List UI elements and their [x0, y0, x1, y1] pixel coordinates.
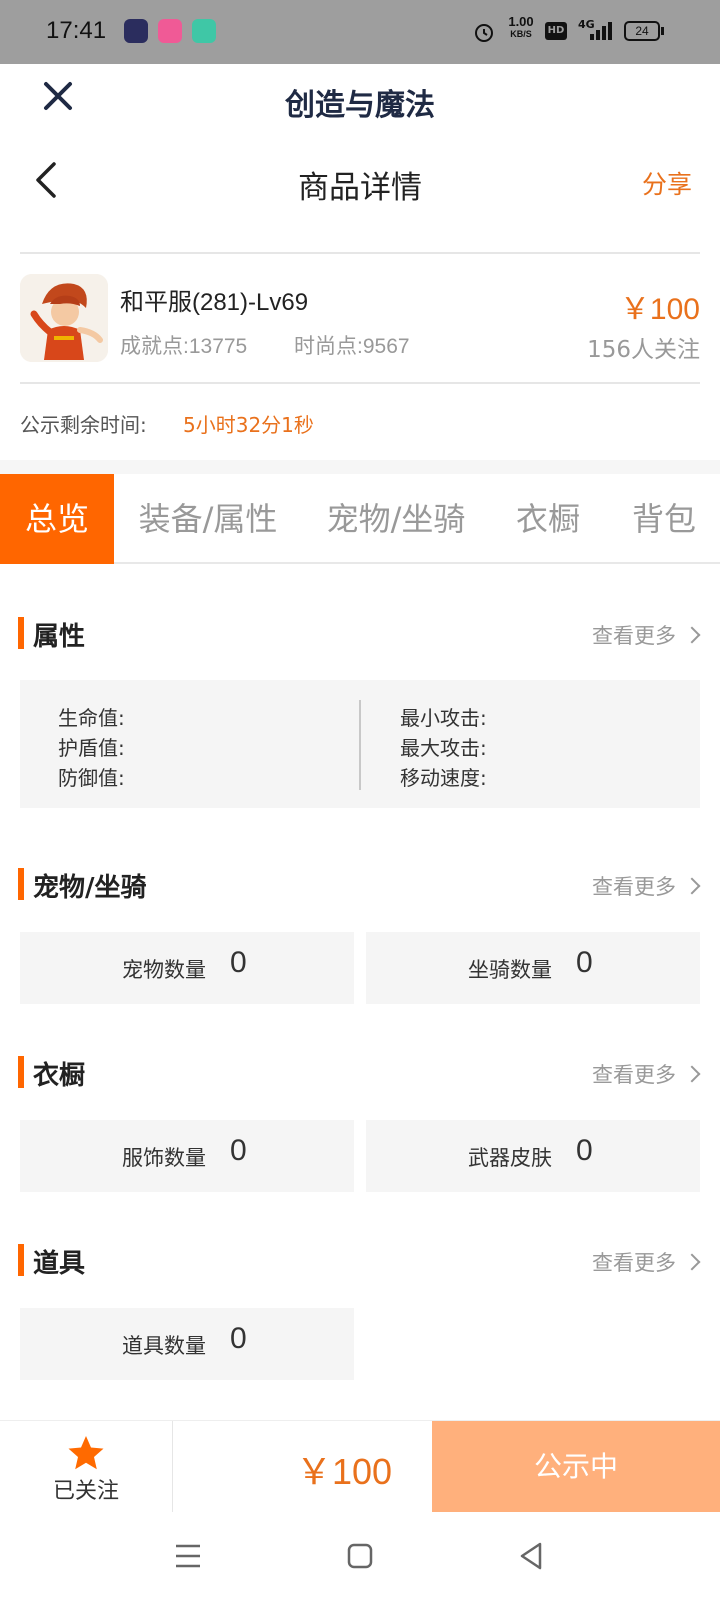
character-avatar-image	[20, 274, 108, 362]
mount-count-box: 坐骑数量 0	[366, 932, 700, 1004]
tab-wardrobe[interactable]: 衣橱	[500, 474, 596, 564]
pet-count-box: 宠物数量 0	[20, 932, 354, 1004]
hd-icon: HD	[545, 22, 567, 40]
attr-hp-label: 生命值:	[58, 706, 125, 730]
net-speed: 1.00 KB/S	[508, 14, 534, 39]
menu-icon[interactable]	[168, 1536, 208, 1576]
star-icon	[68, 1436, 104, 1470]
attr-min-attack-label: 最小攻击:	[400, 706, 487, 730]
bottom-price: ￥100	[296, 1451, 393, 1492]
divider	[20, 252, 700, 254]
attributes-box: 生命值: 护盾值: 防御值: 最小攻击: 最大攻击: 移动速度:	[20, 680, 700, 808]
view-more-label: 查看更多	[592, 624, 676, 648]
chevron-right-icon	[683, 877, 701, 895]
view-more-label: 查看更多	[592, 1251, 676, 1275]
weapon-skin-count-box: 武器皮肤 0	[366, 1120, 700, 1192]
bottom-action-bar: 已关注 ￥100 公示中	[0, 1420, 720, 1513]
product-thumbnail	[20, 274, 108, 362]
battery-cap	[661, 27, 664, 35]
section-title-wardrobe: 衣橱	[33, 1061, 86, 1091]
chevron-right-icon	[683, 1253, 701, 1271]
countdown-label: 公示剩余时间:	[20, 413, 147, 437]
status-bar: 17:41 1.00 KB/S HD 4G 24	[0, 0, 720, 64]
follow-label: 已关注	[52, 1479, 119, 1504]
chevron-right-icon	[683, 1065, 701, 1083]
tab-bar: 总览 装备/属性 宠物/坐骑 衣橱 背包	[0, 474, 720, 564]
tab-overview[interactable]: 总览	[0, 474, 114, 564]
mount-count-label: 坐骑数量	[468, 958, 552, 982]
page-title: 商品详情	[298, 170, 422, 206]
section-accent-bar	[18, 617, 24, 649]
view-more-props-link[interactable]: 查看更多	[592, 1247, 701, 1277]
section-accent-bar	[18, 1244, 24, 1276]
outfit-count-box: 服饰数量 0	[20, 1120, 354, 1192]
product-price: ￥100	[619, 293, 700, 326]
weapon-skin-count-label: 武器皮肤	[468, 1146, 552, 1170]
share-button[interactable]: 分享	[642, 165, 692, 201]
prop-count-value: 0	[230, 1322, 247, 1355]
alarm-icon	[475, 24, 493, 42]
app-title: 创造与魔法	[285, 88, 435, 123]
mount-count-value: 0	[576, 946, 593, 979]
follower-count: 156人关注	[587, 337, 700, 363]
section-title-pets-mounts: 宠物/坐骑	[33, 873, 147, 903]
back-icon[interactable]	[512, 1536, 552, 1576]
prop-count-label: 道具数量	[122, 1334, 206, 1358]
outfit-count-label: 服饰数量	[122, 1146, 206, 1170]
bilibili-notification-icon	[158, 19, 182, 43]
view-more-label: 查看更多	[592, 875, 676, 899]
signal-icon	[590, 22, 612, 40]
section-gap	[0, 460, 720, 474]
page-header: 商品详情 分享	[0, 140, 720, 220]
chevron-right-icon	[683, 626, 701, 644]
tab-backpack[interactable]: 背包	[616, 474, 712, 564]
attributes-divider	[359, 700, 361, 790]
attr-shield-label: 护盾值:	[58, 736, 125, 760]
section-accent-bar	[18, 1056, 24, 1088]
weapon-skin-count-value: 0	[576, 1134, 593, 1167]
battery-icon: 24	[624, 21, 660, 41]
pet-count-label: 宠物数量	[122, 958, 206, 982]
tab-pets-mounts[interactable]: 宠物/坐骑	[312, 474, 480, 564]
fashion-points: 时尚点:9567	[294, 335, 410, 358]
follow-button[interactable]: 已关注	[0, 1421, 172, 1513]
pet-count-value: 0	[230, 946, 247, 979]
section-title-props: 道具	[33, 1249, 86, 1279]
attr-move-speed-label: 移动速度:	[400, 766, 487, 790]
title-bar: 创造与魔法	[0, 64, 720, 134]
view-more-pets-link[interactable]: 查看更多	[592, 871, 701, 901]
home-icon[interactable]	[340, 1536, 380, 1576]
status-time: 17:41	[46, 17, 107, 44]
product-name: 和平服(281)-Lv69	[120, 289, 309, 316]
view-more-wardrobe-link[interactable]: 查看更多	[592, 1059, 701, 1089]
attr-defense-label: 防御值:	[58, 766, 125, 790]
achievement-points: 成就点:13775	[120, 335, 248, 358]
view-more-attributes-link[interactable]: 查看更多	[592, 620, 701, 650]
publicity-status-button[interactable]: 公示中	[432, 1421, 720, 1513]
system-nav-bar	[0, 1512, 720, 1600]
section-title-attributes: 属性	[33, 622, 86, 652]
attr-max-attack-label: 最大攻击:	[400, 736, 487, 760]
divider	[20, 382, 700, 384]
bottom-bar-divider	[172, 1421, 173, 1513]
outfit-count-value: 0	[230, 1134, 247, 1167]
view-more-label: 查看更多	[592, 1063, 676, 1087]
app-notification-icon	[124, 19, 148, 43]
prop-count-box: 道具数量 0	[20, 1308, 354, 1380]
tab-equipment-attributes[interactable]: 装备/属性	[124, 474, 292, 564]
section-accent-bar	[18, 868, 24, 900]
countdown-value: 5小时32分1秒	[183, 413, 314, 437]
chat-notification-icon	[192, 19, 216, 43]
